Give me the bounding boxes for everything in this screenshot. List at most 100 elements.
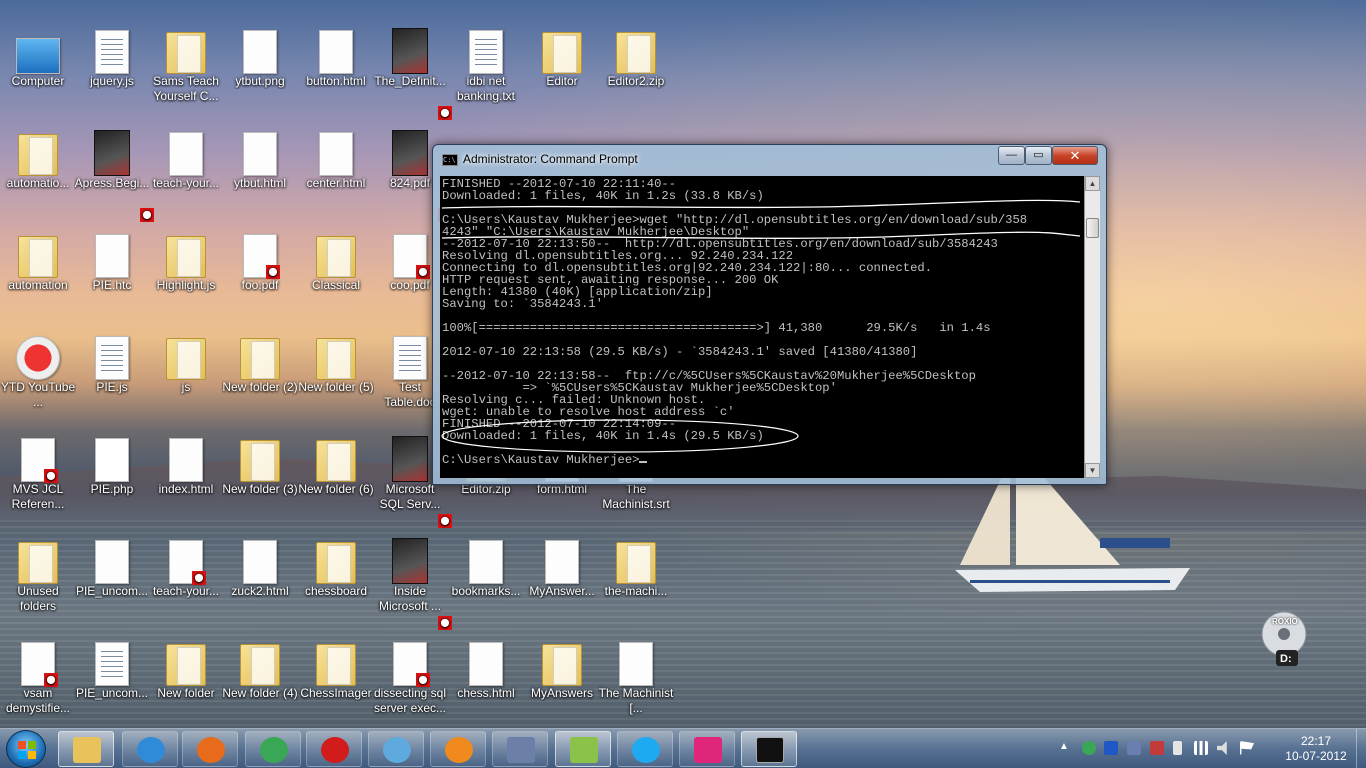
command-prompt-window[interactable]: C:\ Administrator: Command Prompt — ▭ ✕ … — [432, 144, 1107, 485]
desktop-icon[interactable]: New folder (4) — [222, 630, 298, 730]
desktop-icon[interactable]: button.html — [298, 18, 374, 118]
desktop-icon[interactable]: ytbut.png — [222, 18, 298, 118]
network-adapter-icon[interactable] — [1127, 741, 1141, 755]
taskbar-button[interactable] — [182, 731, 238, 767]
volume-icon[interactable] — [1217, 741, 1227, 755]
start-button[interactable] — [6, 730, 46, 768]
taskbar-button[interactable] — [368, 731, 424, 767]
taskbar-button[interactable] — [679, 731, 735, 767]
desktop-icon[interactable]: New folder (5) — [298, 324, 374, 424]
window-titlebar[interactable]: C:\ Administrator: Command Prompt — ▭ ✕ — [433, 145, 1106, 175]
desktop-icon-label: PIE.php — [90, 482, 134, 496]
taskbar-button[interactable] — [122, 731, 178, 767]
desktop-icon[interactable]: New folder (6) — [298, 426, 374, 526]
desktop-icon[interactable]: PIE_uncom... — [74, 630, 150, 730]
desktop-icon[interactable]: ⬤ MVS JCL Referen... — [0, 426, 76, 526]
html-file-icon — [319, 132, 353, 176]
desktop-icon[interactable]: Computer — [0, 18, 76, 118]
pdf-badge-icon: ⬤ — [416, 673, 430, 687]
chrome-tray-icon[interactable] — [1082, 741, 1096, 755]
desktop-icon[interactable]: bookmarks... — [448, 528, 524, 628]
desktop-icon[interactable]: center.html — [298, 120, 374, 220]
desktop-icon-label: ChessImager — [300, 686, 372, 700]
chrome-icon — [260, 737, 288, 763]
battery-icon[interactable] — [1173, 741, 1182, 755]
console-output-area[interactable]: FINISHED --2012-07-10 22:11:40-- Download… — [440, 176, 1100, 478]
pdf-badge-icon: ⬤ — [44, 469, 58, 483]
taskbar-button[interactable] — [306, 731, 362, 767]
desktop-icon[interactable]: PIE.htc — [74, 222, 150, 322]
taskbar-button[interactable] — [245, 731, 301, 767]
desktop-icon[interactable]: ⬤ dissecting sql server exec... — [372, 630, 448, 730]
folder-icon — [316, 440, 356, 482]
desktop-icon[interactable]: MyAnswers — [524, 630, 600, 730]
desktop-icon[interactable]: Unused folders — [0, 528, 76, 628]
generic-file-icon — [95, 540, 129, 584]
desktop-icon[interactable]: the-machi... — [598, 528, 674, 628]
desktop-icon[interactable]: automatio... — [0, 120, 76, 220]
desktop-icon[interactable]: zuck2.html — [222, 528, 298, 628]
show-desktop-button[interactable] — [1356, 729, 1366, 768]
desktop-icon[interactable]: index.html — [148, 426, 224, 526]
desktop-icon[interactable]: ⬤ teach-your... — [148, 528, 224, 628]
scribble-annotations — [441, 199, 1081, 453]
taskbar-button[interactable] — [492, 731, 548, 767]
desktop-icon[interactable]: The Machinist [... — [598, 630, 674, 730]
zip-folder-icon — [616, 32, 656, 74]
show-hidden-icons-arrow-icon[interactable]: ▲ — [1059, 741, 1069, 752]
desktop-icon[interactable]: PIE_uncom... — [74, 528, 150, 628]
desktop-icon[interactable]: Classical — [298, 222, 374, 322]
bluetooth-icon[interactable] — [1104, 741, 1118, 755]
desktop-icon[interactable]: ytbut.html — [222, 120, 298, 220]
desktop-icon-label: foo.pdf — [241, 278, 279, 292]
desktop-icon[interactable]: teach-your... — [148, 120, 224, 220]
skype-icon — [632, 737, 660, 763]
desktop-icon[interactable]: Sams Teach Yourself C... — [148, 18, 224, 118]
action-center-flag-icon[interactable] — [1240, 741, 1254, 755]
desktop-icon-label: Editor2.zip — [607, 74, 665, 88]
desktop-icon[interactable]: automation — [0, 222, 76, 322]
desktop-icon[interactable]: Highlight.js — [148, 222, 224, 322]
desktop-icon[interactable]: New folder (2) — [222, 324, 298, 424]
taskbar-button[interactable] — [555, 731, 611, 767]
maximize-button[interactable]: ▭ — [1025, 146, 1052, 165]
desktop-icon[interactable]: ⬤ The_Definit... — [372, 18, 452, 120]
taskbar-button[interactable] — [58, 731, 114, 767]
desktop-icon-label: the-machi... — [604, 584, 668, 598]
taskbar-clock[interactable]: 22:17 10-07-2012 — [1276, 734, 1356, 764]
desktop-icon[interactable]: chessboard — [298, 528, 374, 628]
desktop-icon-label: New folder (2) — [222, 380, 298, 394]
close-button[interactable]: ✕ — [1052, 146, 1098, 165]
scroll-down-arrow-icon[interactable]: ▼ — [1085, 463, 1100, 478]
desktop-icon[interactable]: Editor2.zip — [598, 18, 674, 118]
zip-folder-icon — [18, 236, 58, 278]
desktop-icon[interactable]: Editor — [524, 18, 600, 118]
desktop-icon[interactable]: New folder (3) — [222, 426, 298, 526]
desktop-icon[interactable]: YTD YouTube ... — [0, 324, 76, 424]
minimize-button[interactable]: — — [998, 146, 1025, 165]
desktop-icon[interactable]: ⬤ Apress.Begi... — [74, 120, 154, 222]
desktop-icon[interactable]: ⬤ Inside Microsoft ... — [372, 528, 452, 630]
desktop-icon[interactable]: MyAnswer... — [524, 528, 600, 628]
folder-icon — [316, 236, 356, 278]
scrollbar-thumb[interactable] — [1086, 218, 1099, 238]
desktop-icon[interactable]: idbi net banking.txt — [448, 18, 524, 118]
desktop-icon[interactable]: PIE.php — [74, 426, 150, 526]
desktop-icon[interactable]: PIE.js — [74, 324, 150, 424]
scroll-up-arrow-icon[interactable]: ▲ — [1085, 176, 1100, 191]
desktop-icon[interactable]: ChessImager — [298, 630, 374, 730]
signal-strength-icon[interactable] — [1194, 741, 1208, 755]
desktop-icon-label: New folder (3) — [222, 482, 298, 496]
desktop-icon[interactable]: jquery.js — [74, 18, 150, 118]
tool-tray-icon[interactable] — [1150, 741, 1164, 755]
desktop-icon[interactable]: chess.html — [448, 630, 524, 730]
desktop-icon-label: teach-your... — [152, 176, 220, 190]
taskbar-button[interactable] — [617, 731, 673, 767]
console-scrollbar[interactable]: ▲ ▼ — [1084, 176, 1100, 478]
taskbar-button[interactable] — [741, 731, 797, 767]
taskbar-button[interactable] — [430, 731, 486, 767]
desktop-icon[interactable]: New folder — [148, 630, 224, 730]
desktop-icon[interactable]: ⬤ vsam demystifie... — [0, 630, 76, 730]
desktop-icon[interactable]: ⬤ foo.pdf — [222, 222, 298, 322]
desktop-icon[interactable]: js — [148, 324, 224, 424]
